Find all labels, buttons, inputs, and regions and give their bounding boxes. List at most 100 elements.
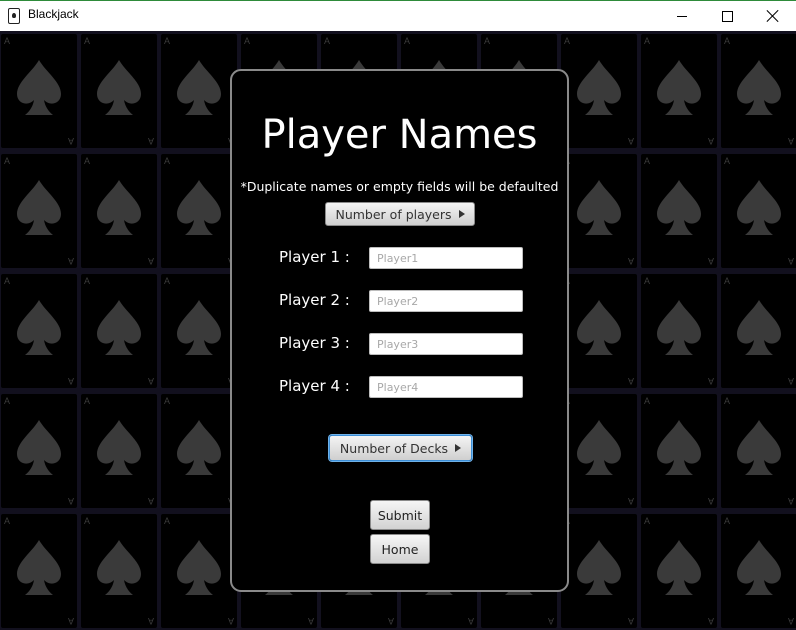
minimize-button[interactable] xyxy=(659,1,705,31)
card-rank: A xyxy=(67,136,74,146)
card-rank: A xyxy=(244,36,251,46)
card-rank: A xyxy=(4,516,11,526)
player-3-label: Player 3 : xyxy=(279,334,350,352)
background-card: AA xyxy=(561,274,637,388)
background-card: AA xyxy=(561,394,637,508)
spade-icon xyxy=(97,180,141,235)
spade-icon xyxy=(97,540,141,595)
background-card: AA xyxy=(641,514,717,628)
card-rank: A xyxy=(164,36,171,46)
card-rank: A xyxy=(787,136,794,146)
card-rank: A xyxy=(324,36,331,46)
spade-icon xyxy=(737,300,781,355)
card-rank: A xyxy=(644,156,651,166)
card-rank: A xyxy=(84,396,91,406)
number-of-players-label: Number of players xyxy=(335,206,452,222)
card-rank: A xyxy=(84,276,91,286)
card-rank: A xyxy=(67,376,74,386)
player-3-name-input[interactable] xyxy=(369,333,523,355)
card-rank: A xyxy=(707,376,714,386)
home-button[interactable]: Home xyxy=(370,534,430,564)
card-rank: A xyxy=(4,36,11,46)
card-rank: A xyxy=(627,256,634,266)
player-1-name-input[interactable] xyxy=(369,247,523,269)
background-card: AA xyxy=(721,34,796,148)
maximize-icon xyxy=(721,10,733,22)
spade-icon xyxy=(737,180,781,235)
card-rank: A xyxy=(4,156,11,166)
card-rank: A xyxy=(67,616,74,626)
background-card: AA xyxy=(81,394,157,508)
player-4-label: Player 4 : xyxy=(279,377,350,395)
background-card: AA xyxy=(1,394,77,508)
background-card: AA xyxy=(81,274,157,388)
card-rank: A xyxy=(787,496,794,506)
background-card: AA xyxy=(641,274,717,388)
number-of-decks-label: Number of Decks xyxy=(339,440,449,456)
card-rank: A xyxy=(787,616,794,626)
card-rank: A xyxy=(787,256,794,266)
card-rank: A xyxy=(467,616,474,626)
card-rank: A xyxy=(564,36,571,46)
minimize-icon xyxy=(677,15,687,17)
card-rank: A xyxy=(707,496,714,506)
card-rank: A xyxy=(644,516,651,526)
spade-icon xyxy=(737,540,781,595)
close-button[interactable] xyxy=(750,1,796,31)
card-rank: A xyxy=(644,396,651,406)
background-card: AA xyxy=(1,274,77,388)
background-card: AA xyxy=(161,34,237,148)
player-2-name-input[interactable] xyxy=(369,290,523,312)
spade-icon xyxy=(577,420,621,475)
background-card: AA xyxy=(561,34,637,148)
spade-icon xyxy=(177,60,221,115)
card-rank: A xyxy=(627,496,634,506)
title-bar: Blackjack xyxy=(0,0,796,31)
spade-icon xyxy=(17,60,61,115)
background-card: AA xyxy=(721,274,796,388)
card-rank: A xyxy=(164,516,171,526)
spade-icon xyxy=(177,300,221,355)
card-rank: A xyxy=(147,496,154,506)
spade-icon xyxy=(177,540,221,595)
card-rank: A xyxy=(164,156,171,166)
card-rank: A xyxy=(484,36,491,46)
spade-icon xyxy=(657,60,701,115)
spade-icon xyxy=(97,60,141,115)
player-4-name-input[interactable] xyxy=(369,376,523,398)
chevron-right-icon xyxy=(455,444,462,452)
number-of-players-menu[interactable]: Number of players xyxy=(325,202,475,226)
background-card: AA xyxy=(721,154,796,268)
spade-icon xyxy=(577,300,621,355)
card-rank: A xyxy=(724,276,731,286)
window-title: Blackjack xyxy=(28,7,79,21)
card-rank: A xyxy=(147,256,154,266)
card-rank: A xyxy=(627,616,634,626)
card-rank: A xyxy=(67,256,74,266)
spade-icon xyxy=(577,180,621,235)
spade-icon xyxy=(17,420,61,475)
card-rank: A xyxy=(724,156,731,166)
card-rank: A xyxy=(84,516,91,526)
card-rank: A xyxy=(547,616,554,626)
card-rank: A xyxy=(404,36,411,46)
background-card: AA xyxy=(1,34,77,148)
number-of-decks-menu[interactable]: Number of Decks xyxy=(329,435,472,461)
player-1-label: Player 1 : xyxy=(279,248,350,266)
submit-button[interactable]: Submit xyxy=(370,500,430,530)
card-rank: A xyxy=(644,276,651,286)
spade-icon xyxy=(657,300,701,355)
background-card: AA xyxy=(161,154,237,268)
background-card: AA xyxy=(161,394,237,508)
card-rank: A xyxy=(4,276,11,286)
background-card: AA xyxy=(721,394,796,508)
spade-icon xyxy=(17,540,61,595)
card-rank: A xyxy=(147,136,154,146)
background-card: AA xyxy=(721,514,796,628)
card-rank: A xyxy=(4,396,11,406)
card-rank: A xyxy=(387,616,394,626)
background-card: AA xyxy=(161,274,237,388)
maximize-button[interactable] xyxy=(704,1,750,31)
chevron-right-icon xyxy=(458,210,465,218)
card-rank: A xyxy=(227,616,234,626)
